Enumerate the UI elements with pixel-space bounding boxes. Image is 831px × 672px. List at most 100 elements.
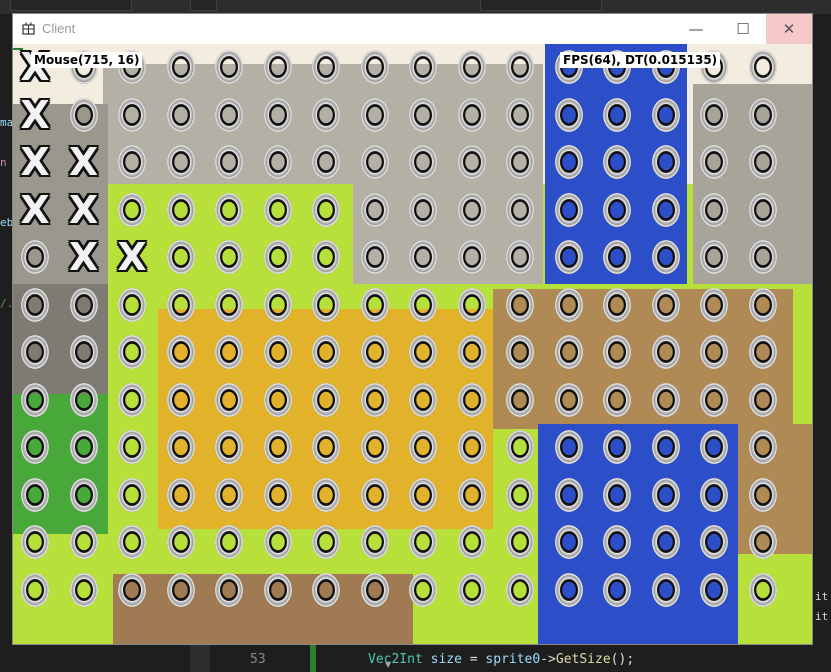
cell-o[interactable] [17,475,53,515]
ide-tab[interactable] [190,0,217,11]
cell-o[interactable] [454,142,490,182]
cell-o[interactable] [260,332,296,372]
cell-o[interactable] [211,427,247,467]
cell-o[interactable] [211,570,247,610]
cell-o[interactable] [260,47,296,87]
cell-o[interactable] [357,380,393,420]
cell-o[interactable] [17,237,53,277]
cell-o[interactable] [648,380,684,420]
cell-o[interactable] [211,47,247,87]
cell-o[interactable] [502,332,538,372]
cell-o[interactable] [260,95,296,135]
cell-o[interactable] [502,142,538,182]
ide-tab[interactable] [480,0,602,11]
cell-o[interactable] [551,237,587,277]
cell-o[interactable] [308,285,344,325]
cell-o[interactable] [745,47,781,87]
cell-o[interactable] [502,237,538,277]
cell-o[interactable] [454,380,490,420]
cell-o[interactable] [357,522,393,562]
close-button[interactable]: ✕ [766,14,812,44]
cell-o[interactable] [17,522,53,562]
cell-o[interactable] [648,237,684,277]
cell-o[interactable] [114,332,150,372]
cell-o[interactable] [260,427,296,467]
cell-o[interactable] [745,332,781,372]
cell-o[interactable] [696,332,732,372]
cell-o[interactable] [357,237,393,277]
cell-o[interactable] [599,237,635,277]
cell-o[interactable] [696,522,732,562]
cell-o[interactable] [502,95,538,135]
cell-o[interactable] [163,237,199,277]
cell-o[interactable] [502,190,538,230]
cell-o[interactable] [211,475,247,515]
cell-o[interactable] [114,522,150,562]
cell-o[interactable] [163,95,199,135]
cell-o[interactable] [454,427,490,467]
cell-x[interactable]: X [66,190,102,230]
cell-o[interactable] [163,142,199,182]
cell-o[interactable] [696,570,732,610]
cell-o[interactable] [357,142,393,182]
cell-x[interactable]: X [17,142,53,182]
cell-o[interactable] [502,522,538,562]
cell-o[interactable] [357,570,393,610]
cell-o[interactable] [114,427,150,467]
cell-o[interactable] [648,475,684,515]
cell-o[interactable] [454,285,490,325]
cell-o[interactable] [357,285,393,325]
cell-o[interactable] [599,522,635,562]
cell-o[interactable] [502,570,538,610]
cell-o[interactable] [66,95,102,135]
cell-o[interactable] [648,570,684,610]
cell-o[interactable] [696,95,732,135]
cell-o[interactable] [17,427,53,467]
cell-o[interactable] [66,285,102,325]
cell-o[interactable] [163,427,199,467]
cell-o[interactable] [17,332,53,372]
cell-o[interactable] [599,427,635,467]
cell-o[interactable] [551,380,587,420]
cell-o[interactable] [454,522,490,562]
cell-o[interactable] [114,190,150,230]
cell-o[interactable] [114,95,150,135]
minimize-button[interactable]: — [673,14,719,44]
cell-o[interactable] [696,380,732,420]
cell-o[interactable] [17,285,53,325]
cell-o[interactable] [454,570,490,610]
cell-o[interactable] [599,332,635,372]
cell-o[interactable] [163,475,199,515]
cell-x[interactable]: X [17,190,53,230]
cell-o[interactable] [405,142,441,182]
cell-o[interactable] [114,380,150,420]
cell-o[interactable] [648,285,684,325]
cell-o[interactable] [745,237,781,277]
cell-o[interactable] [211,380,247,420]
cell-o[interactable] [599,475,635,515]
cell-o[interactable] [405,332,441,372]
cell-o[interactable] [502,285,538,325]
cell-o[interactable] [357,427,393,467]
cell-o[interactable] [405,285,441,325]
game-canvas[interactable]: XXXXXXXX Mouse(715, 16) FPS(64), DT(0.01… [13,44,812,644]
cell-o[interactable] [114,570,150,610]
cell-o[interactable] [454,95,490,135]
cell-o[interactable] [357,47,393,87]
cell-o[interactable] [696,427,732,467]
cell-x[interactable]: X [66,237,102,277]
cell-o[interactable] [114,142,150,182]
cell-o[interactable] [599,570,635,610]
cell-o[interactable] [357,190,393,230]
cell-o[interactable] [696,190,732,230]
cell-o[interactable] [551,190,587,230]
cell-o[interactable] [454,475,490,515]
cell-o[interactable] [308,570,344,610]
cell-o[interactable] [405,47,441,87]
cell-o[interactable] [454,190,490,230]
cell-o[interactable] [211,332,247,372]
cell-o[interactable] [745,380,781,420]
cell-o[interactable] [260,475,296,515]
cell-o[interactable] [745,95,781,135]
cell-o[interactable] [66,380,102,420]
